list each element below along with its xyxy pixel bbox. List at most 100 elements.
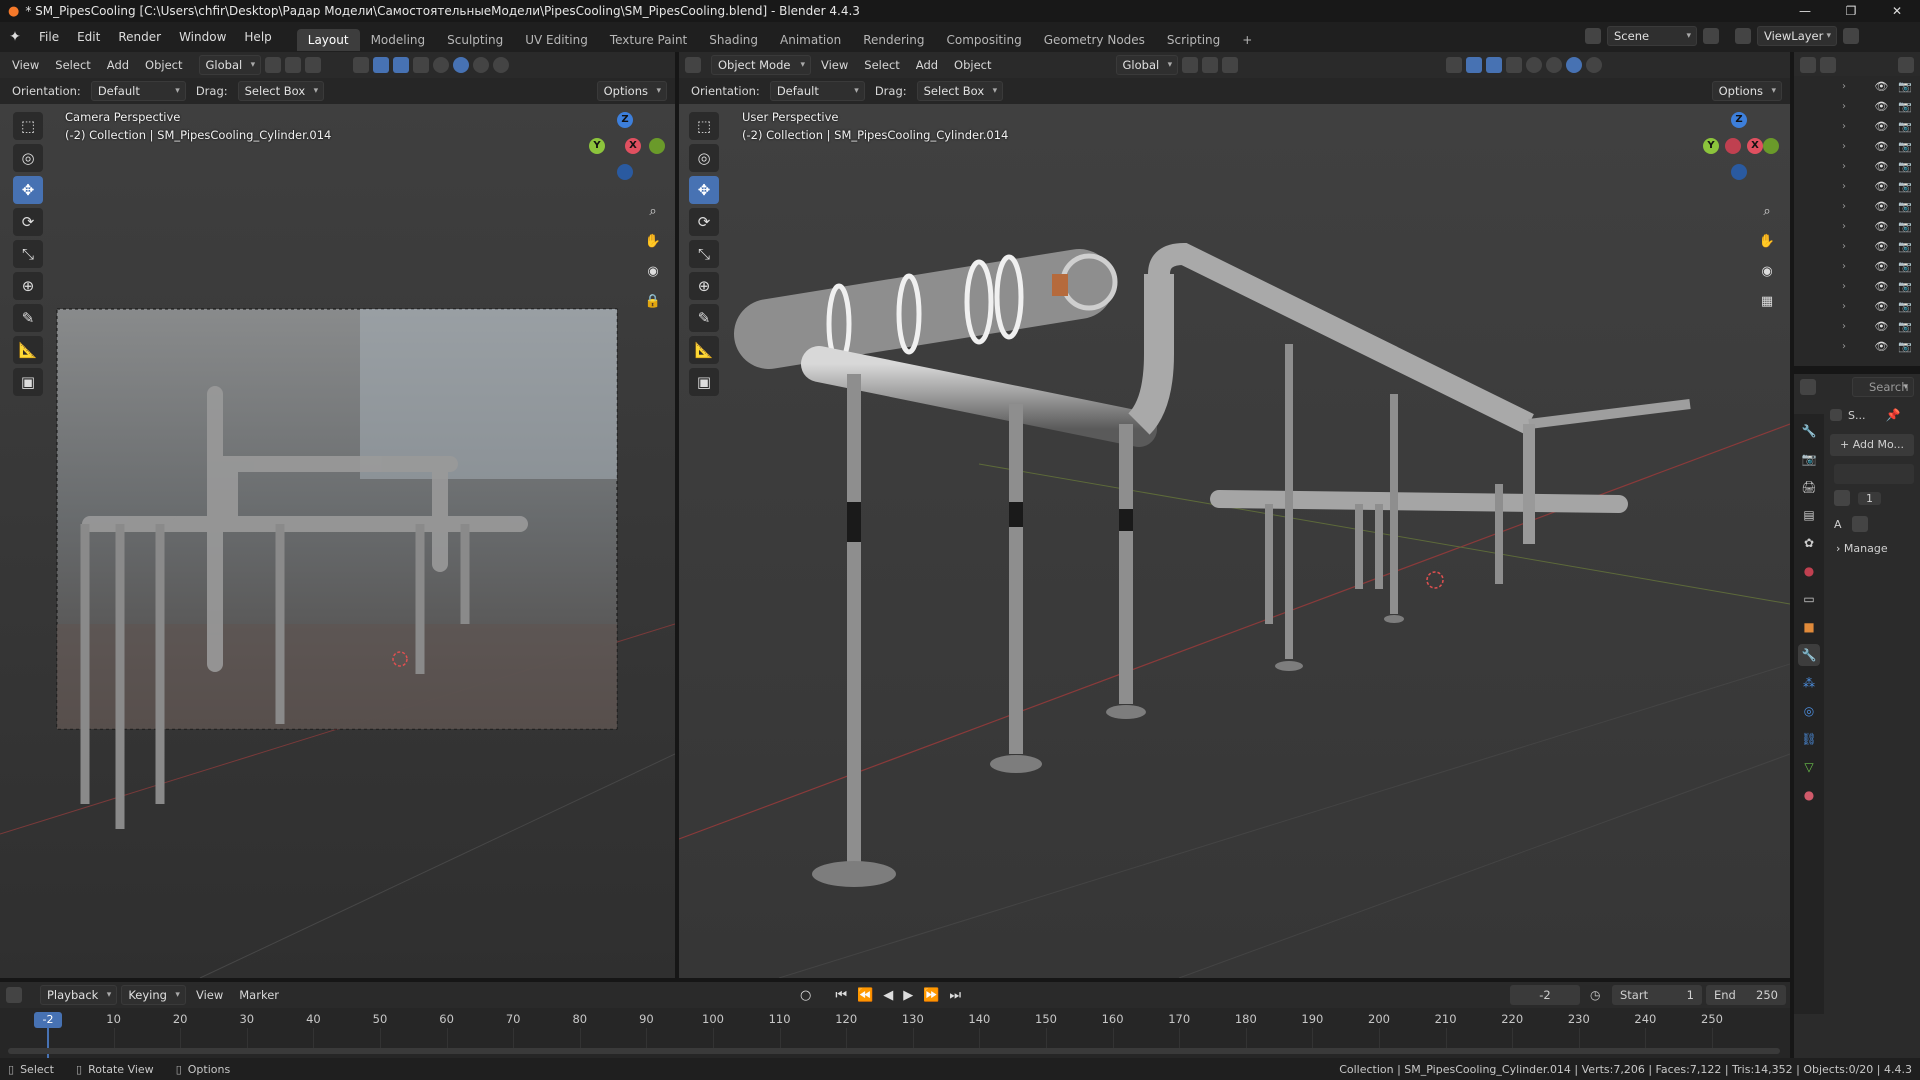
output-tab-icon[interactable]: 🖨 (1798, 476, 1820, 498)
outliner-row[interactable]: › 👁 📷 (1794, 136, 1920, 156)
right-gizmo-toggle-icon[interactable] (1466, 57, 1483, 73)
collection-tab-icon[interactable]: ▭ (1798, 588, 1820, 610)
right-navigation-gizmo[interactable]: Z Y X (1699, 104, 1779, 194)
next-keyframe-icon[interactable]: ⏩ (923, 988, 939, 1003)
material-tab-icon[interactable]: ● (1798, 784, 1820, 806)
playhead[interactable]: -2 (34, 1012, 62, 1028)
outliner-row[interactable]: › 👁 📷 (1794, 336, 1920, 356)
camera-render-icon[interactable]: 📷 (1898, 140, 1912, 153)
eye-icon[interactable]: 👁 (1874, 200, 1888, 213)
marker-menu[interactable]: Marker (233, 985, 285, 1005)
outliner-row[interactable]: › 👁 📷 (1794, 296, 1920, 316)
eye-icon[interactable]: 👁 (1874, 320, 1888, 333)
expand-chevron-icon[interactable]: › (1842, 121, 1846, 132)
right-menu-view[interactable]: View (815, 55, 854, 75)
outliner-row[interactable]: › 👁 📷 (1794, 316, 1920, 336)
right-gizmo-x-axis[interactable]: X (1747, 138, 1763, 154)
camera-render-icon[interactable]: 📷 (1898, 80, 1912, 93)
gizmo-x-axis[interactable]: X (625, 138, 641, 154)
outliner-row[interactable]: › 👁 📷 (1794, 216, 1920, 236)
outliner-display-icon[interactable] (1820, 57, 1836, 73)
right-move-tool-icon[interactable]: ✥ (689, 176, 719, 204)
right-visibility-icon[interactable] (1446, 57, 1463, 73)
rendered-shading-icon[interactable] (493, 57, 510, 73)
eye-icon[interactable]: 👁 (1874, 280, 1888, 293)
left-menu-view[interactable]: View (6, 55, 45, 75)
modifier-toggles[interactable] (1834, 464, 1914, 484)
outliner-row[interactable]: › 👁 📷 (1794, 116, 1920, 136)
right-menu-object[interactable]: Object (948, 55, 997, 75)
manage-panel[interactable]: › Manage (1836, 542, 1888, 555)
camera-view-icon[interactable]: ◉ (641, 259, 665, 283)
camera-render-icon[interactable]: 📷 (1898, 320, 1912, 333)
timeline-editor-icon[interactable] (6, 987, 22, 1003)
right-camera-view-icon[interactable]: ◉ (1755, 259, 1779, 283)
eye-icon[interactable]: 👁 (1874, 260, 1888, 273)
eye-icon[interactable]: 👁 (1874, 80, 1888, 93)
camera-render-icon[interactable]: 📷 (1898, 280, 1912, 293)
tab-animation[interactable]: Animation (769, 29, 852, 51)
menu-render[interactable]: Render (109, 22, 170, 52)
tab-compositing[interactable]: Compositing (935, 29, 1032, 51)
right-transform-tool-icon[interactable]: ⊕ (689, 272, 719, 300)
camera-render-icon[interactable]: 📷 (1898, 300, 1912, 313)
scale-tool-icon[interactable]: ⤡ (13, 240, 43, 268)
object-name-field[interactable]: S... (1848, 409, 1865, 422)
camera-render-icon[interactable]: 📷 (1898, 340, 1912, 353)
outliner-filter-icon[interactable] (1898, 57, 1914, 73)
expand-chevron-icon[interactable]: › (1842, 241, 1846, 252)
left-menu-add[interactable]: Add (101, 55, 135, 75)
right-solid-shading-icon[interactable] (1546, 57, 1563, 73)
camera-render-icon[interactable]: 📷 (1898, 100, 1912, 113)
visibility-icon[interactable] (353, 57, 370, 73)
maximize-button[interactable]: ❐ (1828, 0, 1874, 22)
object-tab-icon[interactable]: ■ (1798, 616, 1820, 638)
outliner-row[interactable]: › 👁 📷 (1794, 156, 1920, 176)
outliner-row[interactable]: › 👁 📷 (1794, 276, 1920, 296)
gizmo-y-axis[interactable]: Y (589, 138, 605, 154)
cursor-tool-icon[interactable]: ◎ (13, 144, 43, 172)
outliner-row[interactable]: › 👁 📷 (1794, 256, 1920, 276)
gizmo-toggle-icon[interactable] (373, 57, 390, 73)
constraints-tab-icon[interactable]: ⛓ (1798, 728, 1820, 750)
pivot-icon[interactable] (265, 57, 282, 73)
new-viewlayer-icon[interactable] (1843, 28, 1859, 44)
physics-tab-icon[interactable]: ◎ (1798, 700, 1820, 722)
add-cube-tool-icon[interactable]: ▣ (13, 368, 43, 396)
play-icon[interactable]: ▶ (903, 988, 913, 1003)
proportional-edit-icon[interactable] (305, 57, 322, 73)
playback-menu[interactable]: Playback (40, 985, 118, 1005)
right-menu-add[interactable]: Add (910, 55, 944, 75)
right-pivot-icon[interactable] (1182, 57, 1199, 73)
outliner-row[interactable]: › 👁 📷 (1794, 96, 1920, 116)
pin-icon[interactable]: 📌 (1885, 408, 1900, 422)
menu-edit[interactable]: Edit (68, 22, 109, 52)
tab-uv-editing[interactable]: UV Editing (514, 29, 599, 51)
eye-icon[interactable]: 👁 (1874, 180, 1888, 193)
right-select-box-tool-icon[interactable]: ⬚ (689, 112, 719, 140)
expand-chevron-icon[interactable]: › (1842, 301, 1846, 312)
right-add-cube-tool-icon[interactable]: ▣ (689, 368, 719, 396)
expand-chevron-icon[interactable]: › (1842, 201, 1846, 212)
close-button[interactable]: ✕ (1874, 0, 1920, 22)
start-frame-field[interactable]: Start 1 (1612, 985, 1702, 1005)
right-snap-icon[interactable] (1202, 57, 1219, 73)
add-modifier-button[interactable]: + Add Mo... (1830, 434, 1914, 456)
prev-keyframe-icon[interactable]: ⏪ (857, 988, 873, 1003)
outliner-row[interactable]: › 👁 📷 (1794, 236, 1920, 256)
right-scale-tool-icon[interactable]: ⤡ (689, 240, 719, 268)
minimize-button[interactable]: — (1782, 0, 1828, 22)
tab-layout[interactable]: Layout (296, 29, 360, 51)
snap-icon[interactable] (285, 57, 302, 73)
expand-chevron-icon[interactable]: › (1842, 221, 1846, 232)
tab-texture-paint[interactable]: Texture Paint (599, 29, 698, 51)
clock-icon[interactable]: ◷ (1590, 988, 1600, 1002)
expand-chevron-icon[interactable]: › (1842, 81, 1846, 92)
tab-shading[interactable]: Shading (698, 29, 769, 51)
solid-shading-icon[interactable] (453, 57, 470, 73)
right-options-dropdown[interactable]: Options (1711, 81, 1782, 101)
camera-render-icon[interactable]: 📷 (1898, 240, 1912, 253)
right-rendered-shading-icon[interactable] (1586, 57, 1603, 73)
end-frame-field[interactable]: End 250 (1706, 985, 1786, 1005)
eye-icon[interactable]: 👁 (1874, 100, 1888, 113)
